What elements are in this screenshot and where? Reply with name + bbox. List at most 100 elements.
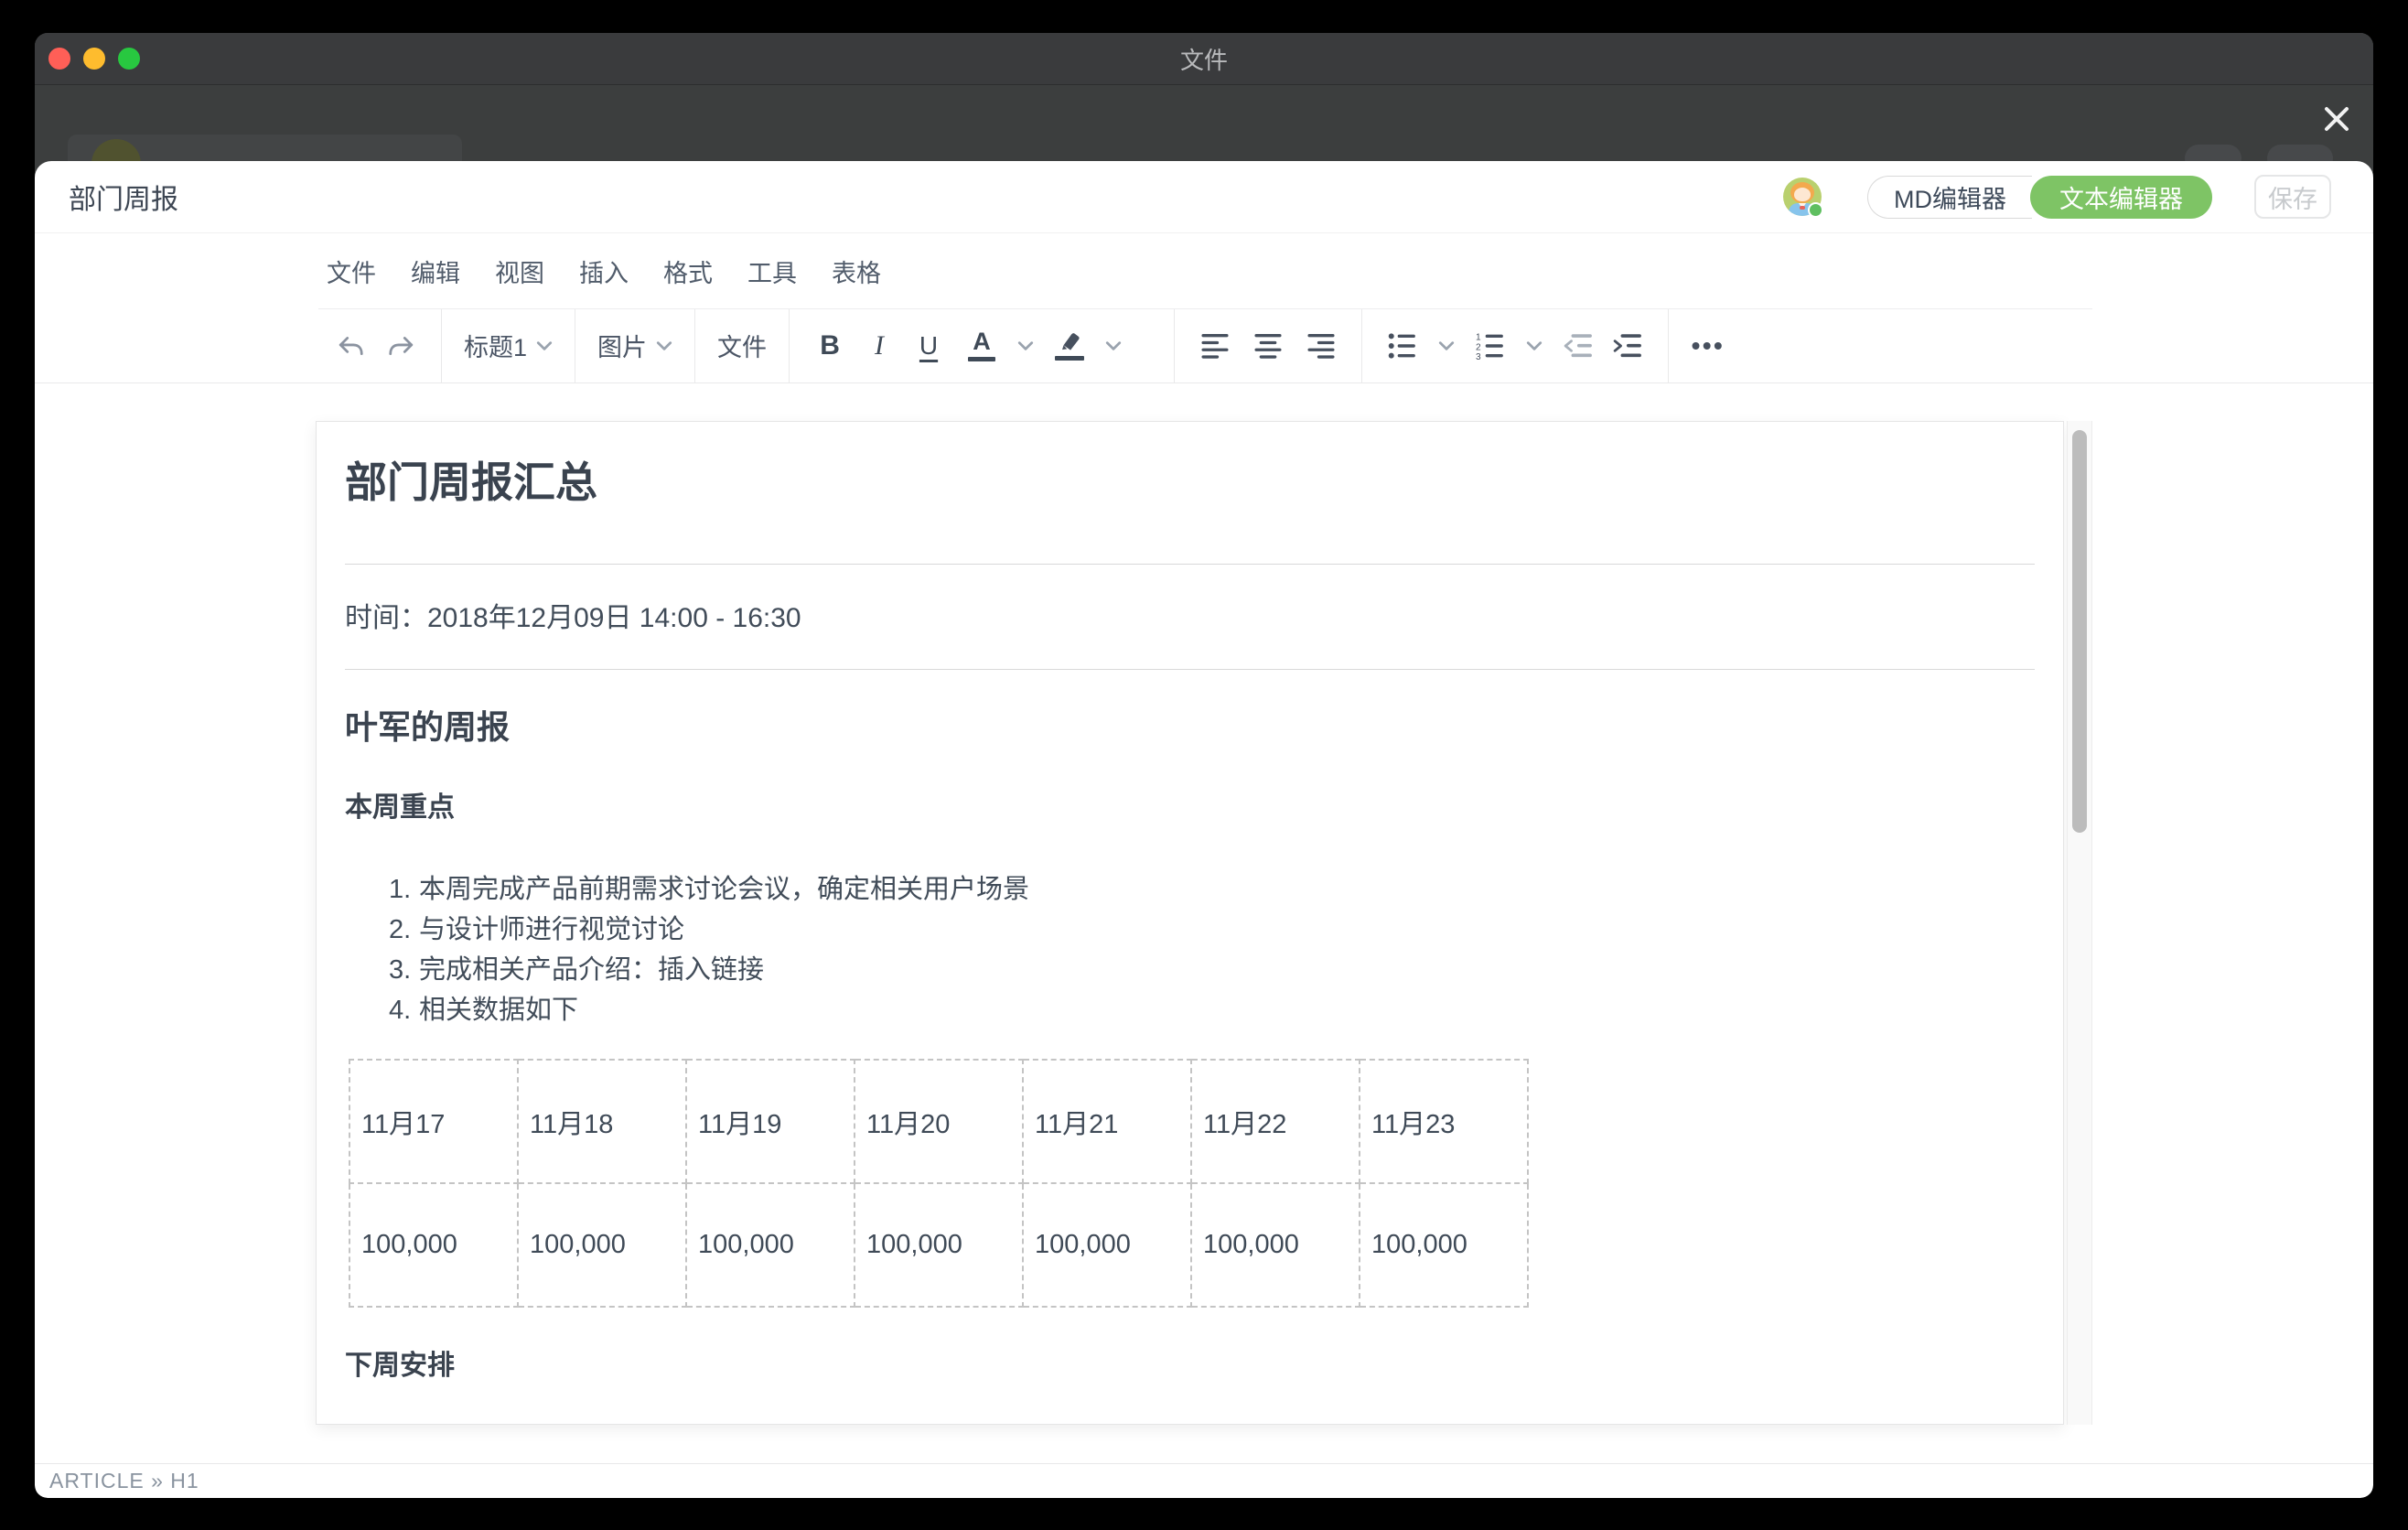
traffic-lights bbox=[48, 33, 140, 84]
table-cell[interactable]: 11月17 bbox=[349, 1060, 518, 1183]
svg-text:3: 3 bbox=[1476, 351, 1481, 359]
table-cell[interactable]: 100,000 bbox=[1191, 1183, 1360, 1307]
redo-icon bbox=[387, 334, 414, 358]
chevron-down-icon bbox=[1105, 340, 1122, 351]
table-row: 100,000 100,000 100,000 100,000 100,000 … bbox=[349, 1183, 1528, 1307]
table-cell[interactable]: 100,000 bbox=[686, 1183, 855, 1307]
table-cell[interactable]: 100,000 bbox=[1360, 1183, 1528, 1307]
svg-text:1: 1 bbox=[1476, 332, 1481, 342]
more-button[interactable] bbox=[1687, 324, 1733, 368]
table-cell[interactable]: 100,000 bbox=[518, 1183, 686, 1307]
close-icon[interactable] bbox=[2315, 97, 2359, 141]
divider bbox=[345, 564, 2035, 565]
outdent-icon bbox=[1564, 333, 1593, 359]
underline-button[interactable]: U bbox=[907, 324, 951, 368]
next-week-heading: 下周安排 bbox=[345, 1347, 2035, 1385]
highlight-button[interactable] bbox=[1048, 324, 1091, 368]
table-cell[interactable]: 100,000 bbox=[349, 1183, 518, 1307]
minimize-window-button[interactable] bbox=[83, 48, 105, 70]
breadcrumb: ARTICLE » H1 bbox=[49, 1469, 199, 1493]
svg-text:2: 2 bbox=[1476, 342, 1481, 352]
font-color-dropdown[interactable] bbox=[1004, 324, 1048, 368]
table-cell[interactable]: 11月22 bbox=[1191, 1060, 1360, 1183]
table-cell[interactable]: 100,000 bbox=[1023, 1183, 1191, 1307]
redo-button[interactable] bbox=[379, 324, 423, 368]
highlight-dropdown[interactable] bbox=[1091, 324, 1135, 368]
doc-section-heading: 叶军的周报 bbox=[345, 705, 2035, 750]
chevron-down-icon bbox=[656, 340, 672, 351]
file-button[interactable]: 文件 bbox=[714, 324, 770, 368]
close-window-button[interactable] bbox=[48, 48, 70, 70]
editor-toggle: MD编辑器 文本编辑器 bbox=[1867, 176, 2212, 219]
divider bbox=[345, 669, 2035, 670]
font-color-button[interactable]: A bbox=[960, 324, 1004, 368]
save-button[interactable]: 保存 bbox=[2254, 175, 2331, 219]
menu-item-insert[interactable]: 插入 bbox=[577, 250, 630, 293]
list-item: 4. 相关数据如下 bbox=[345, 990, 2035, 1030]
ordered-list-button[interactable]: 1 2 3 bbox=[1468, 324, 1512, 368]
table-cell[interactable]: 11月21 bbox=[1023, 1060, 1191, 1183]
zoom-window-button[interactable] bbox=[118, 48, 140, 70]
bullet-list-icon bbox=[1388, 332, 1417, 360]
image-select[interactable]: 图片 bbox=[594, 324, 676, 368]
data-table: 11月17 11月18 11月19 11月20 11月21 11月22 11月2… bbox=[349, 1059, 1529, 1308]
italic-button[interactable]: I bbox=[857, 324, 901, 368]
table-cell[interactable]: 11月18 bbox=[518, 1060, 686, 1183]
align-center-button[interactable] bbox=[1246, 324, 1290, 368]
table-row: 11月17 11月18 11月19 11月20 11月21 11月22 11月2… bbox=[349, 1060, 1528, 1183]
editor-modal: 部门周报 MD编辑器 文本编辑器 保存 文件 编辑 视 bbox=[35, 161, 2373, 1498]
app-window: 文件 部门周报 MD编辑 bbox=[35, 33, 2373, 1498]
list-item: 2. 与设计师进行视觉讨论 bbox=[345, 910, 2035, 950]
ordered-list: 1. 本周完成产品前期需求讨论会议，确定相关用户场景 2. 与设计师进行视觉讨论… bbox=[345, 869, 2035, 1030]
menu-item-file[interactable]: 文件 bbox=[325, 250, 378, 293]
table-cell[interactable]: 11月23 bbox=[1360, 1060, 1528, 1183]
scrollbar-thumb[interactable] bbox=[2072, 430, 2087, 833]
week-focus-heading: 本周重点 bbox=[345, 789, 2035, 827]
table-cell[interactable]: 100,000 bbox=[855, 1183, 1023, 1307]
statusbar: ARTICLE » H1 bbox=[35, 1463, 2373, 1498]
font-color-icon: A bbox=[968, 329, 995, 361]
menu-item-view[interactable]: 视图 bbox=[493, 250, 546, 293]
undo-icon bbox=[338, 334, 365, 358]
modal-header: 部门周报 MD编辑器 文本编辑器 保存 bbox=[35, 161, 2373, 233]
heading-select[interactable]: 标题1 bbox=[460, 324, 556, 368]
outdent-button[interactable] bbox=[1556, 324, 1600, 368]
chevron-down-icon bbox=[536, 340, 553, 351]
window-title: 文件 bbox=[1180, 42, 1228, 76]
align-center-icon bbox=[1253, 333, 1283, 359]
indent-button[interactable] bbox=[1606, 324, 1650, 368]
bold-button[interactable]: B bbox=[808, 324, 852, 368]
window-title-bar: 文件 bbox=[35, 33, 2373, 85]
menu-item-edit[interactable]: 编辑 bbox=[409, 250, 462, 293]
doc-time-line: 时间：2018年12月09日 14:00 - 16:30 bbox=[345, 605, 2035, 632]
table-cell[interactable]: 11月19 bbox=[686, 1060, 855, 1183]
avatar[interactable] bbox=[1783, 178, 1822, 216]
indent-icon bbox=[1613, 333, 1642, 359]
menu-item-format[interactable]: 格式 bbox=[661, 250, 715, 293]
bullet-list-button[interactable] bbox=[1381, 324, 1424, 368]
ellipsis-icon bbox=[1691, 340, 1729, 351]
ordered-list-icon: 1 2 3 bbox=[1476, 332, 1505, 360]
toolbar: 标题1 图片 文件 B I bbox=[35, 308, 2373, 383]
doc-heading: 部门周报汇总 bbox=[345, 453, 2035, 512]
align-left-button[interactable] bbox=[1193, 324, 1237, 368]
align-right-button[interactable] bbox=[1299, 324, 1343, 368]
table-cell[interactable]: 11月20 bbox=[855, 1060, 1023, 1183]
chevron-down-icon bbox=[1526, 340, 1543, 351]
undo-button[interactable] bbox=[329, 324, 373, 368]
text-editor-button[interactable]: 文本编辑器 bbox=[2030, 176, 2212, 219]
md-editor-button[interactable]: MD编辑器 bbox=[1867, 176, 2032, 219]
document-page[interactable]: 部门周报汇总 时间：2018年12月09日 14:00 - 16:30 叶军的周… bbox=[316, 421, 2064, 1425]
list-item: 1. 本周完成产品前期需求讨论会议，确定相关用户场景 bbox=[345, 869, 2035, 910]
online-status-dot bbox=[1808, 202, 1823, 218]
list-item: 3. 完成相关产品介绍：插入链接 bbox=[345, 950, 2035, 990]
chevron-down-icon bbox=[1017, 340, 1034, 351]
chevron-down-icon bbox=[1438, 340, 1455, 351]
bullet-list-dropdown[interactable] bbox=[1424, 324, 1468, 368]
menu-item-tools[interactable]: 工具 bbox=[746, 250, 799, 293]
align-right-icon bbox=[1306, 333, 1336, 359]
ordered-list-dropdown[interactable] bbox=[1512, 324, 1556, 368]
highlighter-icon bbox=[1055, 331, 1084, 361]
editor-content-area: 部门周报汇总 时间：2018年12月09日 14:00 - 16:30 叶军的周… bbox=[35, 383, 2373, 1463]
menu-item-table[interactable]: 表格 bbox=[830, 250, 883, 293]
